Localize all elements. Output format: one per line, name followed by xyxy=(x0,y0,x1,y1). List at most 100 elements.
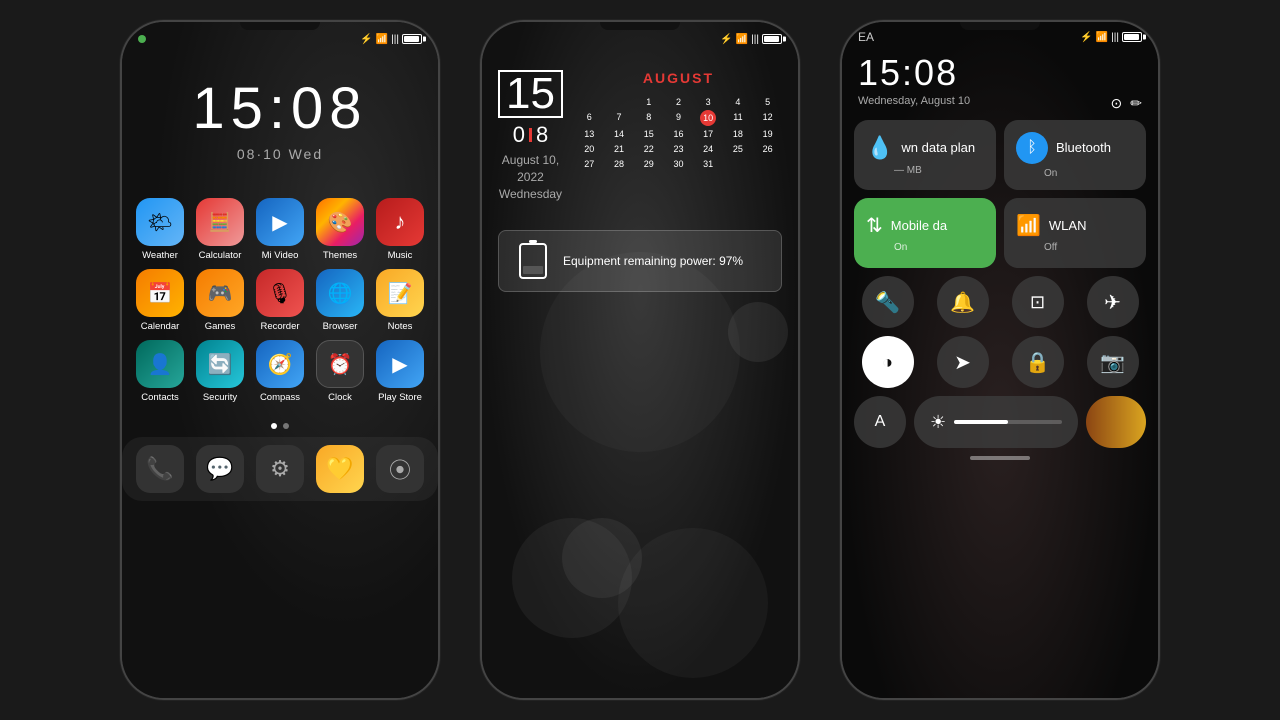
signal-icon-2: ||| xyxy=(751,34,759,45)
cal-time-separator xyxy=(529,128,532,142)
cal-cell: 8 xyxy=(634,110,663,126)
cal-right: AUGUST 1 2 3 4 5 xyxy=(575,70,782,202)
playstore-app-label: Play Store xyxy=(378,392,422,403)
bell-button[interactable]: 🔔 xyxy=(937,276,989,328)
cal-cell xyxy=(724,157,753,171)
app-recorder[interactable]: 🎙 Recorder xyxy=(254,269,306,332)
dock-settings[interactable]: ⚙ xyxy=(254,445,306,493)
battery-icon xyxy=(402,34,422,44)
clock-app-icon: ⏰ xyxy=(316,340,364,388)
battery-cap xyxy=(529,240,537,243)
flashlight-button[interactable]: 🔦 xyxy=(862,276,914,328)
app-browser[interactable]: 🌐 Browser xyxy=(314,269,366,332)
cal-cell: 25 xyxy=(724,142,753,156)
cc-wlan-tile[interactable]: 📶 WLAN Off xyxy=(1004,198,1146,268)
app-contacts[interactable]: 👤 Contacts xyxy=(134,340,186,403)
app-weather[interactable]: 🌤 Weather xyxy=(134,198,186,261)
app-music[interactable]: ♪ Music xyxy=(374,198,426,261)
message-dock-icon: 💬 xyxy=(196,445,244,493)
cc-mobile-data-tile[interactable]: ⇅ Mobile da On xyxy=(854,198,996,268)
lock-rotate-button[interactable]: 🔒 xyxy=(1012,336,1064,388)
browser-app-label: Browser xyxy=(323,321,358,332)
cal-minute: 8 xyxy=(536,122,548,148)
mobile-data-title: Mobile da xyxy=(891,218,947,233)
app-calculator[interactable]: 🧮 Calculator xyxy=(194,198,246,261)
compass-app-icon: 🧭 xyxy=(256,340,304,388)
cc-data-plan-tile[interactable]: 💧 wn data plan — MB xyxy=(854,120,996,190)
letter-a-button[interactable]: A xyxy=(854,396,906,448)
wifi-icon: 📶 xyxy=(376,34,388,45)
app-themes[interactable]: 🎨 Themes xyxy=(314,198,366,261)
clock-app-label: Clock xyxy=(328,392,352,403)
airplane-button[interactable]: ✈ xyxy=(1087,276,1139,328)
cal-cell: 24 xyxy=(694,142,723,156)
recorder-app-label: Recorder xyxy=(260,321,299,332)
app-security[interactable]: 🔄 Security xyxy=(194,340,246,403)
cal-cell: 11 xyxy=(724,110,753,126)
cal-hour: 0 xyxy=(513,122,525,148)
music-app-label: Music xyxy=(388,250,413,261)
bell-icon: 🔔 xyxy=(950,290,975,315)
video-button[interactable]: 📷 xyxy=(1087,336,1139,388)
screenshot-button[interactable]: ⊡ xyxy=(1012,276,1064,328)
cal-month-label: AUGUST xyxy=(575,70,782,86)
music-app-icon: ♪ xyxy=(376,198,424,246)
notes-app-icon: 📝 xyxy=(376,269,424,317)
calendar-app-icon: 📅 xyxy=(136,269,184,317)
edit-icon[interactable]: ✏ xyxy=(1130,95,1142,112)
cal-left: 15 0 8 August 10, 2022 Wednesday xyxy=(498,70,563,202)
app-mivideo[interactable]: ▶ Mi Video xyxy=(254,198,306,261)
cal-cell: 3 xyxy=(694,95,723,109)
mivideo-app-label: Mi Video xyxy=(262,250,299,261)
app-games[interactable]: 🎮 Games xyxy=(194,269,246,332)
wlan-icon: 📶 xyxy=(1016,213,1041,238)
brightness-bar[interactable]: ☀ xyxy=(914,396,1078,448)
weather-app-icon: 🌤 xyxy=(136,198,184,246)
app-clock[interactable]: ⏰ Clock xyxy=(314,340,366,403)
airplane-icon: ✈ xyxy=(1104,290,1121,315)
cal-cell: 2 xyxy=(664,95,693,109)
cal-header xyxy=(753,90,782,94)
brightness-track xyxy=(954,420,1062,424)
dock-message[interactable]: 💬 xyxy=(194,445,246,493)
location-button[interactable]: ➤ xyxy=(937,336,989,388)
dark-mode-button[interactable]: ◑ xyxy=(862,336,914,388)
cal-year-info: 2022 xyxy=(499,169,562,186)
cal-header xyxy=(724,90,753,94)
page-dot-2 xyxy=(283,423,289,429)
clock-date: 08·10 Wed xyxy=(122,146,438,162)
dock: 📞 💬 ⚙ 💛 ⦿ xyxy=(122,437,438,501)
location-icon: ➤ xyxy=(954,350,971,375)
cal-cell: 19 xyxy=(753,127,782,141)
cal-cell: 15 xyxy=(634,127,663,141)
cal-cell: 13 xyxy=(575,127,604,141)
wifi-status-icon: 📶 xyxy=(1096,32,1108,43)
cc-header-icons: ⊙ ✏ xyxy=(1111,95,1142,112)
contacts-app-icon: 👤 xyxy=(136,340,184,388)
timer-icon[interactable]: ⊙ xyxy=(1111,95,1123,112)
app-notes[interactable]: 📝 Notes xyxy=(374,269,426,332)
cc-bluetooth-tile[interactable]: ᛒ Bluetooth On xyxy=(1004,120,1146,190)
volume-bar[interactable] xyxy=(1086,396,1146,448)
settings-dock-icon: ⚙ xyxy=(256,445,304,493)
security-app-icon: 🔄 xyxy=(196,340,244,388)
app-calendar[interactable]: 📅 Calendar xyxy=(134,269,186,332)
cal-grid: 1 2 3 4 5 6 7 8 9 10 11 12 13 14 15 xyxy=(575,90,782,171)
app-compass[interactable]: 🧭 Compass xyxy=(254,340,306,403)
clock-widget: 15:08 08·10 Wed xyxy=(122,50,438,172)
dock-phone[interactable]: 📞 xyxy=(134,445,186,493)
cal-header xyxy=(575,90,604,94)
wlan-title: WLAN xyxy=(1049,218,1087,233)
cal-month-info: August 10, xyxy=(499,152,562,169)
cc-time-row: 15:08 Wednesday, August 10 ⊙ ✏ xyxy=(854,48,1146,120)
data-plan-icon: 💧 xyxy=(866,135,893,161)
video-icon: 📷 xyxy=(1100,350,1125,375)
cal-header xyxy=(694,90,723,94)
phone2: ⚡ 📶 ||| 15 0 8 August 10, 2022 Wednesday xyxy=(480,20,800,700)
dock-camera[interactable]: ⦿ xyxy=(374,445,426,493)
app-playstore[interactable]: ▶ Play Store xyxy=(374,340,426,403)
dock-wallet[interactable]: 💛 xyxy=(314,445,366,493)
phone-dock-icon: 📞 xyxy=(136,445,184,493)
battery-icon-2 xyxy=(762,34,782,44)
cal-cell: 7 xyxy=(605,110,634,126)
